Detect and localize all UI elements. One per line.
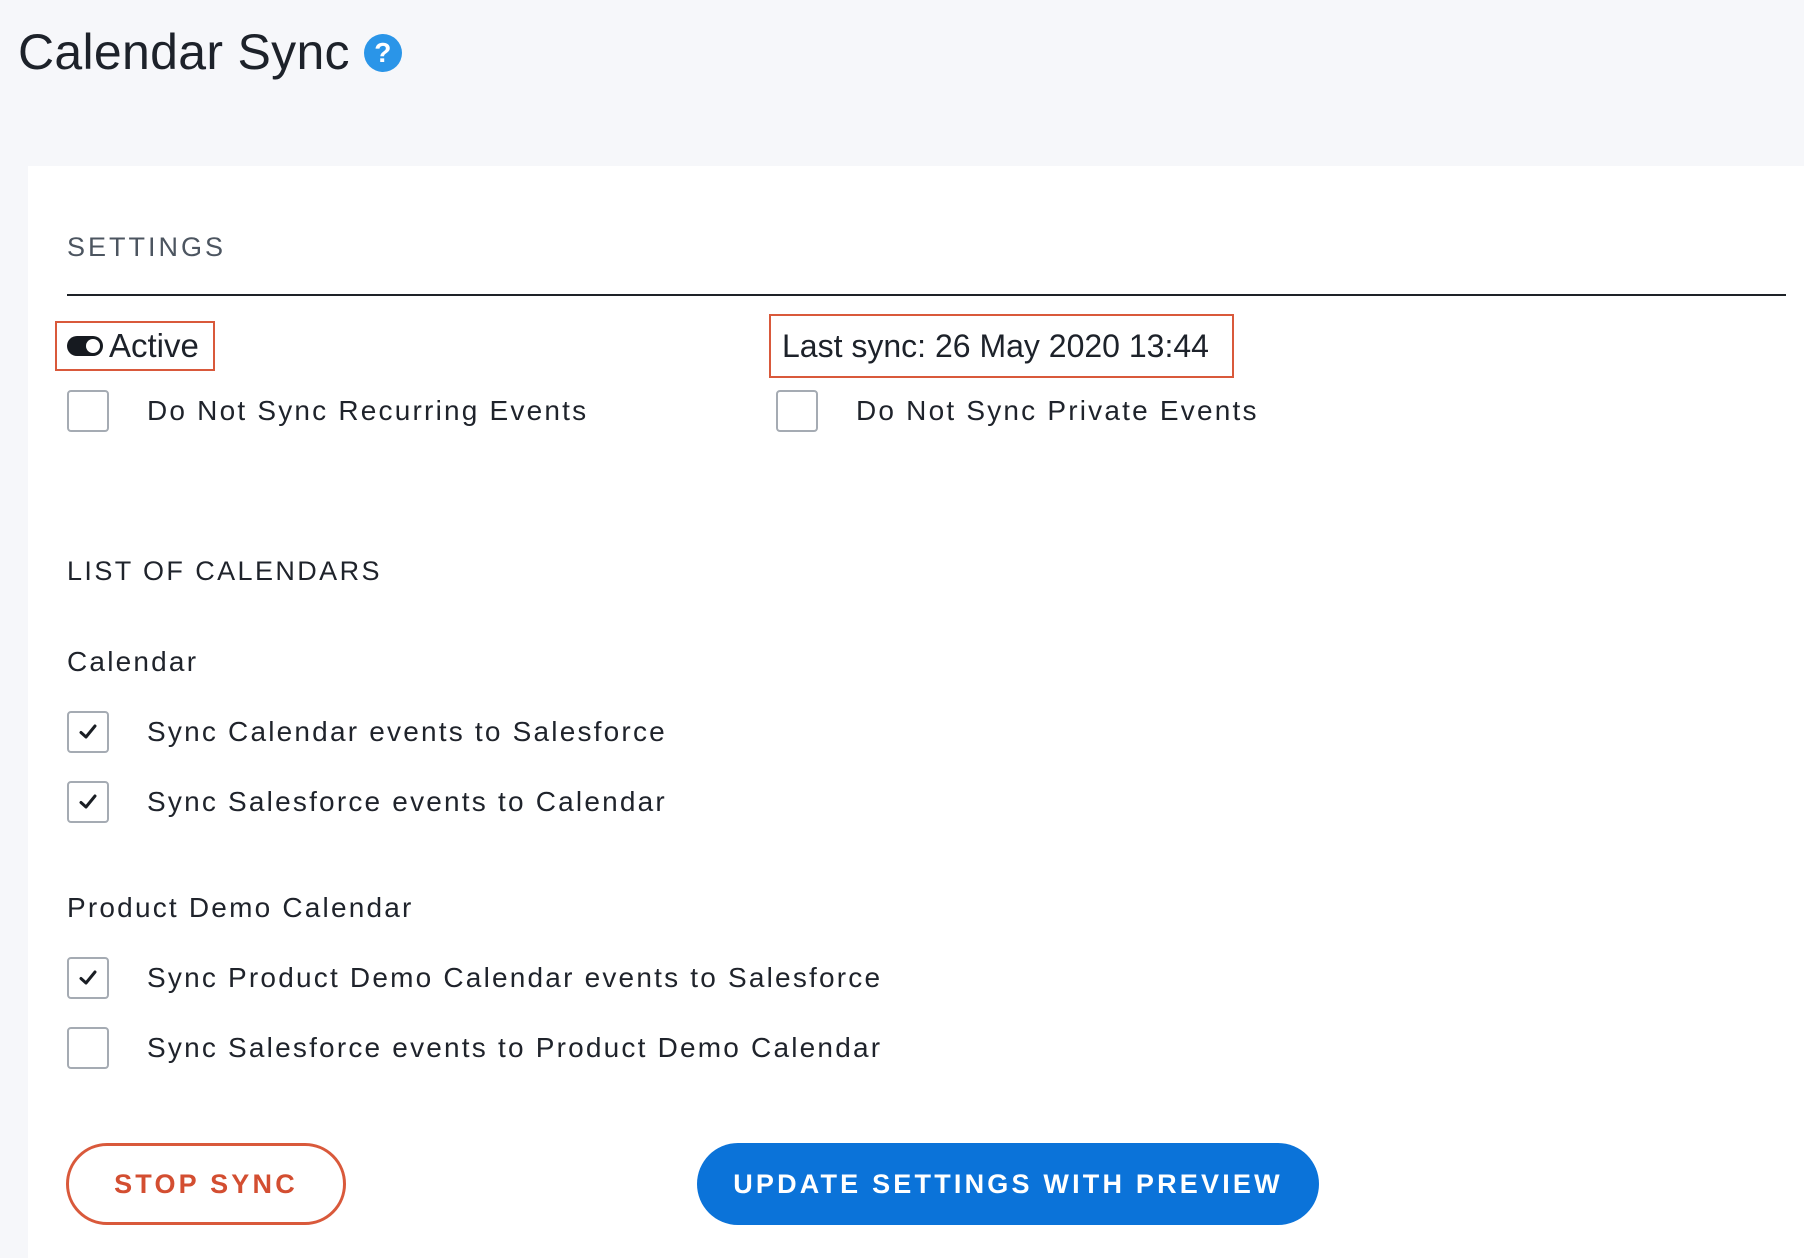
calendar-option-row[interactable]: Sync Calendar events to Salesforce [67, 711, 667, 753]
checkmark-icon [79, 970, 97, 985]
settings-section-title: SETTINGS [67, 232, 227, 262]
settings-card: SETTINGS Active Last sync: 26 May 2020 1… [28, 166, 1804, 1258]
checkmark-icon [79, 794, 97, 809]
calendar-name: Calendar [67, 646, 199, 677]
page-title: Calendar Sync [18, 24, 350, 80]
do-not-sync-private-label: Do Not Sync Private Events [856, 395, 1259, 426]
stop-sync-button[interactable]: STOP SYNC [66, 1143, 346, 1225]
sync-calendar-to-salesforce-checkbox[interactable] [67, 711, 109, 753]
checkmark-icon [79, 724, 97, 739]
calendar-option-row[interactable]: Sync Salesforce events to Calendar [67, 781, 667, 823]
last-sync-info: Last sync: 26 May 2020 13:44 [769, 314, 1234, 378]
active-status-label: Active [109, 327, 199, 364]
calendar-name: Product Demo Calendar [67, 892, 414, 923]
settings-divider [67, 294, 1786, 296]
do-not-sync-recurring-checkbox[interactable] [67, 390, 109, 432]
toggle-icon[interactable] [67, 336, 103, 356]
update-settings-button[interactable]: UPDATE SETTINGS WITH PREVIEW [697, 1143, 1319, 1225]
do-not-sync-private-checkbox[interactable] [776, 390, 818, 432]
page-header: Calendar Sync ? [18, 18, 402, 86]
calendars-section-title: LIST OF CALENDARS [67, 556, 382, 586]
sync-salesforce-to-product-demo-label: Sync Salesforce events to Product Demo C… [147, 1032, 883, 1063]
sync-calendar-to-salesforce-label: Sync Calendar events to Salesforce [147, 716, 667, 747]
option-row-recurring[interactable]: Do Not Sync Recurring Events [67, 390, 588, 432]
sync-salesforce-to-calendar-checkbox[interactable] [67, 781, 109, 823]
sync-salesforce-to-product-demo-checkbox[interactable] [67, 1027, 109, 1069]
active-toggle[interactable]: Active [55, 321, 215, 371]
calendar-option-row[interactable]: Sync Product Demo Calendar events to Sal… [67, 957, 882, 999]
do-not-sync-recurring-label: Do Not Sync Recurring Events [147, 395, 589, 426]
calendar-option-row[interactable]: Sync Salesforce events to Product Demo C… [67, 1027, 882, 1069]
help-icon[interactable]: ? [363, 34, 402, 72]
sync-salesforce-to-calendar-label: Sync Salesforce events to Calendar [147, 786, 667, 817]
sync-product-demo-to-salesforce-label: Sync Product Demo Calendar events to Sal… [147, 962, 883, 993]
sync-product-demo-to-salesforce-checkbox[interactable] [67, 957, 109, 999]
option-row-private[interactable]: Do Not Sync Private Events [776, 390, 1259, 432]
